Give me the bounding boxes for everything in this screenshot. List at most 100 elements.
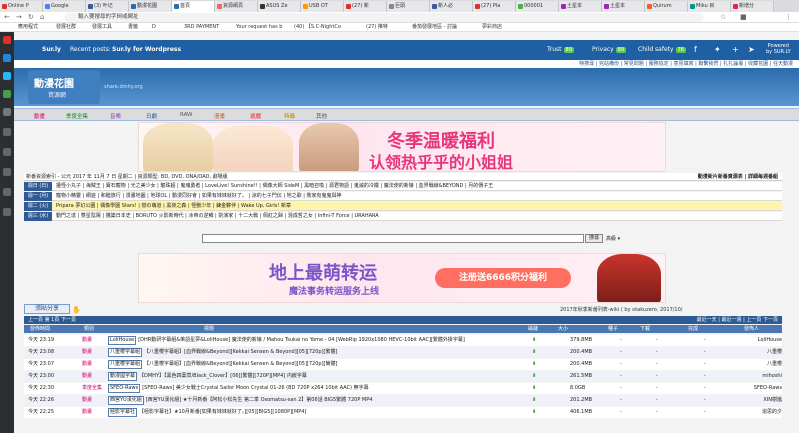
banner2-cta[interactable]: 注册送6666积分福利 bbox=[435, 268, 571, 288]
row-team[interactable]: LoliHouse bbox=[108, 336, 137, 345]
thumbs-up-icon[interactable]: ✋ bbox=[72, 306, 81, 314]
grid-icon[interactable] bbox=[3, 128, 11, 136]
browser-tab[interactable]: 資源網頁 bbox=[215, 1, 258, 12]
settings-icon[interactable] bbox=[3, 208, 11, 216]
site-top-links[interactable]: 特搜尋 | 完站備份 | 常見問題 | 服務協定 | 意見填寫 | 聯繫我們 |… bbox=[14, 60, 799, 68]
reload-icon[interactable]: ↻ bbox=[28, 13, 34, 22]
magnet-download-icon[interactable]: ⬇ bbox=[532, 335, 536, 346]
column-header[interactable]: 完成 bbox=[688, 325, 698, 333]
magnet-download-icon[interactable]: ⬇ bbox=[532, 395, 536, 406]
row-title-text[interactable]: 【八重櫻字幕組】[血界戰線&Beyond][Kekkai Sensen & Be… bbox=[144, 361, 337, 367]
row-uploader[interactable]: LoliHouse bbox=[744, 335, 782, 346]
browser-tab[interactable]: 新增分 bbox=[731, 1, 774, 12]
row-title[interactable]: SFEO-Raws [SFEO-Raws] 美少女戰士Crystal Sailor… bbox=[108, 383, 518, 394]
menu-item[interactable]: 其他 bbox=[316, 112, 327, 120]
browser-tab[interactable]: 巨頭 bbox=[387, 1, 430, 12]
row-uploader[interactable]: XIN樹嵐 bbox=[744, 395, 782, 406]
row-uploader[interactable]: 八重櫻 bbox=[744, 359, 782, 370]
menu-item[interactable]: 特攝 bbox=[284, 112, 295, 120]
back-icon[interactable]: ← bbox=[4, 13, 10, 22]
surly-brand[interactable]: Sur.ly bbox=[42, 46, 61, 53]
browser-tab[interactable]: USB OT bbox=[301, 1, 344, 12]
schedule-items[interactable]: Pripara 夢幻公園 | 偶像學園 Stars! | 戀の萌道 | 黑夜之森… bbox=[56, 202, 776, 211]
row-title-text[interactable]: [西宮YU漢化組] ★十月新番【阿松小松先生 第二季 Osomatsu-san … bbox=[146, 397, 373, 403]
bookmark-item[interactable]: (27) 推特 bbox=[366, 23, 388, 32]
menu-item[interactable]: 漫畫 bbox=[214, 112, 225, 120]
column-header[interactable]: 類別 bbox=[84, 325, 94, 333]
twitter-icon[interactable]: ✦ bbox=[714, 45, 721, 54]
row-team[interactable]: 西宮YU漢化組 bbox=[108, 396, 144, 405]
browser-tab[interactable]: 新人必 bbox=[430, 1, 473, 12]
row-title-text[interactable]: [DHR動研字幕組&茉語星夢&LoliHouse] 魔法使的新娘 / Mahou… bbox=[138, 337, 465, 343]
browser-tab[interactable]: (27) 新 bbox=[344, 1, 387, 12]
schedule-items[interactable]: 動門之達 | 雙星陰陽 | 攜築日本史 | BORUTO 火影新時代 | 冰帝の… bbox=[56, 212, 776, 221]
ad-banner-winter[interactable]: 冬季温暖福利 认领热乎乎的小姐姐 bbox=[138, 122, 666, 172]
magnet-download-icon[interactable]: ⬇ bbox=[532, 359, 536, 370]
row-team[interactable]: 八重櫻字幕組 bbox=[108, 348, 143, 357]
row-uploader[interactable]: SFEO-Raws bbox=[744, 383, 782, 394]
telegram-icon[interactable] bbox=[3, 72, 11, 80]
column-header[interactable]: 種子 bbox=[608, 325, 618, 333]
season-list-info[interactable]: 2017年秋季新番列表-wiki ( by otakuzero, 2017/10… bbox=[560, 306, 682, 313]
download-icon[interactable] bbox=[3, 188, 11, 196]
magnet-download-icon[interactable]: ⬇ bbox=[532, 407, 536, 418]
home-icon[interactable]: ⌂ bbox=[40, 13, 44, 22]
row-title-text[interactable]: 【DMHY】【黑色四葉草/Black_Clover】[06][繁體][720P]… bbox=[139, 373, 307, 379]
row-team[interactable]: 極影字幕社 bbox=[108, 408, 138, 417]
column-header[interactable]: 發佈人 bbox=[744, 325, 759, 333]
search-button[interactable]: 搜尋 bbox=[585, 234, 603, 243]
forward-icon[interactable]: → bbox=[16, 13, 22, 22]
menu-item[interactable]: RAW bbox=[180, 112, 193, 118]
advanced-search-link[interactable]: 高級 ▾ bbox=[606, 235, 620, 242]
browser-tab[interactable]: (3) 叶记 bbox=[86, 1, 129, 12]
ad-banner-transfer[interactable]: 地上最萌转运 魔法事务转运服务上线 注册送6666积分福利 bbox=[138, 253, 666, 303]
menu-icon[interactable]: ⋮ bbox=[785, 13, 792, 22]
bookmark-item[interactable]: 發展工具 bbox=[92, 23, 112, 32]
facebook-icon[interactable]: f bbox=[694, 45, 697, 54]
browser-tab[interactable]: ASUS Ze bbox=[258, 1, 301, 12]
row-team[interactable]: 八重櫻字幕組 bbox=[108, 360, 143, 369]
browser-tab[interactable]: 首頁 bbox=[172, 1, 215, 12]
messenger-icon[interactable] bbox=[3, 54, 11, 62]
column-header[interactable]: 磁鏈 bbox=[528, 325, 538, 333]
extension-icon[interactable]: ■ bbox=[740, 13, 747, 22]
menu-item[interactable]: 遊戲 bbox=[250, 112, 261, 120]
magnet-download-icon[interactable]: ⬇ bbox=[532, 383, 536, 394]
row-title[interactable]: LoliHouse [DHR動研字幕組&茉語星夢&LoliHouse] 魔法使的新… bbox=[108, 335, 518, 346]
column-header[interactable]: 發佈時間 bbox=[30, 325, 50, 333]
row-title-text[interactable]: 【八重櫻字幕組】[血界戰線&Beyond][Kekkai Sensen & Be… bbox=[144, 349, 337, 355]
browser-tab[interactable]: 土星本 bbox=[559, 1, 602, 12]
share-post-button[interactable]: 漲貼分享 bbox=[24, 304, 70, 314]
browser-tab[interactable]: (27) Pla bbox=[473, 1, 516, 12]
column-header[interactable]: 標題 bbox=[204, 325, 214, 333]
browser-tab[interactable]: Miku 目 bbox=[688, 1, 731, 12]
magnet-download-icon[interactable]: ⬇ bbox=[532, 347, 536, 358]
recent-link[interactable]: Sur.ly for Wordpress bbox=[112, 46, 181, 53]
row-uploader[interactable]: 八重櫻 bbox=[744, 347, 782, 358]
row-uploader[interactable]: mihoshi bbox=[744, 371, 782, 382]
arrow-icon[interactable]: ➤ bbox=[748, 45, 755, 54]
bookmark-item[interactable]: 書籤 bbox=[128, 23, 138, 32]
row-title[interactable]: 八重櫻字幕組 【八重櫻字幕組】[血界戰線&Beyond][Kekkai Sense… bbox=[108, 347, 518, 358]
schedule-items[interactable]: 擾怪小丸子 | 海賊王 | 寶石寵物 | 光之美少女 | 龍珠超 | 鬼魂勇者 … bbox=[56, 182, 776, 191]
browser-tab[interactable]: 動漫花園 bbox=[129, 1, 172, 12]
bookmark-item[interactable]: 夢彩商店 bbox=[482, 23, 502, 32]
bookmark-item[interactable]: 3RD PAYMENT bbox=[184, 23, 219, 32]
opera-icon[interactable] bbox=[3, 36, 11, 44]
browser-tab[interactable]: 000001 bbox=[516, 1, 559, 12]
column-header[interactable]: 下載 bbox=[640, 325, 650, 333]
browser-tab[interactable]: Online P bbox=[0, 1, 43, 12]
plus-icon[interactable]: + bbox=[732, 45, 739, 54]
bookmark-item[interactable]: Your request has b bbox=[236, 23, 282, 32]
heart-icon[interactable] bbox=[3, 148, 11, 156]
row-team[interactable]: SFEO-Raws bbox=[108, 384, 141, 393]
row-title-text[interactable]: [SFEO-Raws] 美少女戰士Crystal Sailor Moon Cry… bbox=[142, 385, 368, 391]
row-title[interactable]: 西宮YU漢化組 [西宮YU漢化組] ★十月新番【阿松小松先生 第二季 Osomat… bbox=[108, 395, 518, 406]
row-title[interactable]: 八重櫻字幕組 【八重櫻字幕組】[血界戰線&Beyond][Kekkai Sense… bbox=[108, 359, 518, 370]
search-input[interactable] bbox=[202, 234, 584, 243]
menu-item[interactable]: 音樂 bbox=[110, 112, 121, 120]
bookmark-item[interactable]: 發展社群 bbox=[56, 23, 76, 32]
magnet-download-icon[interactable]: ⬇ bbox=[532, 371, 536, 382]
schedule-items[interactable]: 寵物小精靈 | 網遊 | 和睦旅行 | 漫畫地圖 | 地球OL | 動漫同好會 … bbox=[56, 192, 776, 201]
row-title-text[interactable]: 【極影字幕社】★10月新番[如果有妹妹就好了。][05][BIG5][1080P… bbox=[139, 409, 306, 415]
